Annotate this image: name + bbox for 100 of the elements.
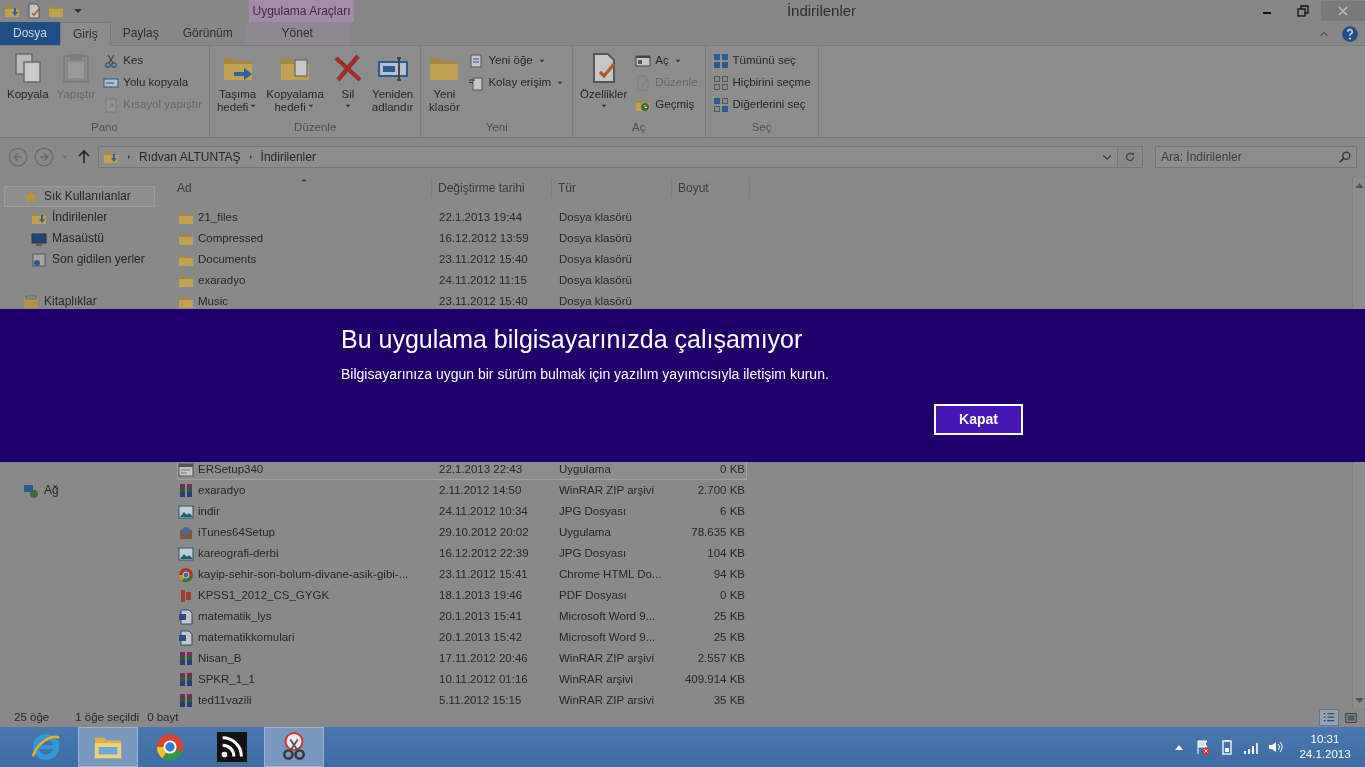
close-button[interactable]: Kapat [934,403,1023,435]
file-row[interactable]: iTunes64Setup 29.10.2012 20:02 Uygulama 78.635 KB [177,522,747,543]
group-label: Pano [90,121,119,136]
battery-icon[interactable] [1219,739,1235,755]
folder-arrow-icon [103,149,119,165]
file-name: Compressed [198,231,264,246]
select-all-icon [712,53,729,69]
ribbon-button[interactable]: Hiçbirini seçme [709,72,814,94]
file-row[interactable]: SPKR_1_1 10.11.2012 01:16 WinRAR arşivi 409.914 KB [177,669,747,690]
browser-icon [155,732,185,762]
help-icon[interactable] [1341,24,1359,43]
file-row[interactable]: Documents 23.11.2012 15:40 Dosya klasörü [177,249,747,270]
sidebar-item[interactable]: Masaüstü [0,228,155,249]
table-cell-text: 409.914 KB [683,672,745,687]
ribbon-button[interactable]: Aç [632,50,701,72]
column-header[interactable]: Ad [177,178,432,198]
file-row[interactable]: indir 24.11.2012 10:34 JPG Dosyası 6 KB [177,501,747,522]
application-icon [178,461,194,478]
ribbon-button[interactable]: Taşıma hedefi [213,50,262,122]
view-button[interactable] [1319,709,1339,726]
ribbon-tab[interactable]: Dosya [0,22,60,45]
browser-icon [178,566,194,583]
document-icon [178,629,194,646]
column-header[interactable]: Değiştirme tarihi [432,178,552,198]
table-cell-text: WinRAR arşivi [558,672,635,687]
ribbon-button[interactable]: Kolay erişim [465,72,569,94]
file-name: SPKR_1_1 [198,672,255,687]
scroll-up-icon[interactable] [1354,182,1364,188]
ribbon-button[interactable]: Özellikler [577,50,631,122]
scroll-down-icon[interactable] [1354,698,1364,704]
ribbon-button[interactable]: Yeni öğe [465,50,569,72]
table-cell-text: PDF Dosyası [558,588,628,603]
ribbon-button[interactable]: Kes [100,50,205,72]
file-row[interactable]: matematik_lys 20.1.2013 15:41 Microsoft Word 9... 25 KB [177,606,747,627]
ribbon-button[interactable]: Yeniden adlandır [368,50,417,122]
table-cell-text: 0 KB [719,588,745,603]
table-cell-text: 20.1.2013 15:41 [438,609,524,624]
ribbon-button[interactable]: Tümünü seç [709,50,814,72]
ribbon-tab[interactable]: Giriş [60,22,111,46]
ribbon-button[interactable]: Diğerlerini seç [709,94,814,116]
column-header[interactable]: Tür [552,178,672,198]
table-cell-text: 18.1.2013 19:46 [438,588,524,603]
file-name: Documents [198,252,257,267]
column-header[interactable]: Boyut [672,178,750,198]
table-cell-text: WinRAR ZIP arşivi [558,651,655,666]
file-row[interactable]: exaradyo 2.11.2012 14:50 WinRAR ZIP arşivi 2.700 KB [177,480,747,501]
table-cell-text: 17.11.2012 20:46 [438,651,529,666]
file-name: exaradyo [198,483,246,498]
ribbon-tab[interactable]: Paylaş [110,22,171,45]
file-row[interactable]: Nisan_B 17.11.2012 20:46 WinRAR ZIP arşivi 2.557 KB [177,648,747,669]
properties-icon[interactable] [26,3,42,19]
file-row[interactable]: Music 23.11.2012 15:40 Dosya klasörü [177,291,747,312]
file-name: matematikkomulari [198,630,295,645]
file-row[interactable]: kayip-sehir-son-bolum-divane-asik-gibi-... 23.11.2012 15:41 Chrome HTML Do... 94 KB [177,564,747,585]
up-icon[interactable] [76,149,92,165]
refresh-button[interactable] [1117,146,1143,168]
chevron-icon[interactable] [125,153,133,161]
sidebar-item[interactable]: Ağ [4,480,155,501]
window-title: İndirilenler [785,2,858,20]
ribbon-tab[interactable]: Yönet [244,22,350,45]
libraries-icon [23,293,39,310]
dialog-title: Bu uygulama bilgisayarınızda çalışamıyor [341,324,804,354]
file-row[interactable]: exaradyo 24.11.2012 11:15 Dosya klasörü [177,270,747,291]
taskbar-button[interactable] [264,727,324,767]
sidebar-item[interactable]: Sık Kullanılanlar [4,186,155,207]
speaker-icon[interactable] [1267,739,1283,755]
ribbon-button[interactable]: Sil [328,50,367,122]
sidebar-item[interactable]: İndirilenler [0,207,155,228]
browser-icon [31,732,61,762]
folder-arrow-icon[interactable] [4,3,20,19]
ribbon-button[interactable]: Yeni klasör [425,50,464,122]
file-row[interactable]: kareografi-derbi 16.12.2012 22:39 JPG Dosyası 104 KB [177,543,747,564]
restore-icon[interactable] [1295,3,1311,19]
history-icon [635,97,652,113]
sidebar-item[interactable]: Kitaplıklar [4,291,155,312]
file-row[interactable]: 21_files 22.1.2013 19:44 Dosya klasörü [177,207,747,228]
breadcrumb[interactable]: İndirilenler [260,149,316,165]
breadcrumb[interactable]: Rıdvan ALTUNTAŞ [139,149,241,165]
table-cell-text: Uygulama [558,462,612,477]
path-icon [103,75,120,91]
search-icon[interactable] [1338,150,1352,164]
file-name: 21_files [198,210,238,225]
file-name: Music [198,294,229,309]
ribbon-button[interactable]: Geçmiş [632,94,701,116]
sidebar-item[interactable]: Son gidilen yerler [0,249,155,270]
box-icon [178,524,194,541]
file-row[interactable]: ted11vazili 5.11.2012 15:15 WinRAR ZIP arsivi 35 KB [177,690,747,711]
selection-size: 0 bayt [147,710,179,725]
file-row[interactable]: Compressed 16.12.2012 13:59 Dosya klasörü [177,228,747,249]
ribbon-button[interactable]: Yolu kopyala [100,72,205,94]
ribbon-button[interactable]: Kopyala [4,50,52,122]
action-center-icon[interactable] [1195,739,1211,755]
table-cell-text: 5.11.2012 15:15 [438,693,523,708]
address-bar[interactable]: Rıdvan ALTUNTAŞ İndirilenler [98,146,1118,168]
file-row[interactable]: matematikkomulari 20.1.2013 15:42 Microsoft Word 9... 25 KB [177,627,747,648]
table-cell-text: 94 KB [712,567,745,582]
file-row[interactable]: KPSS1_2012_CS_GYGK 18.1.2013 19:46 PDF Dosyası 0 KB [177,585,747,606]
ribbon-tab[interactable]: Görünüm [170,22,245,45]
search-field[interactable]: Ara: İndirilenler [1155,146,1357,168]
ribbon-button[interactable]: Kopyalama hedefi [263,50,327,122]
